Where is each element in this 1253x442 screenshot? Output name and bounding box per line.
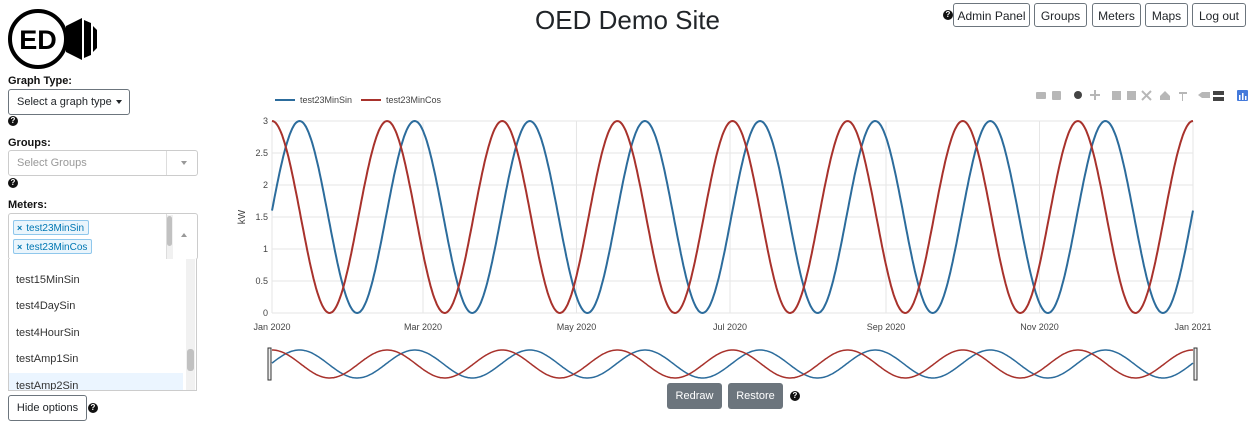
nav-logout-button[interactable]: Log out [1192, 3, 1246, 27]
y-tick-label: 2.5 [255, 148, 268, 158]
legend-label[interactable]: test23MinSin [300, 95, 352, 105]
meter-tag-label: test23MinCos [26, 242, 88, 253]
meter-option[interactable]: test4DaySin [9, 293, 183, 319]
x-tick-label: Jul 2020 [713, 322, 747, 332]
y-tick-label: 0 [263, 308, 268, 318]
meters-options-menu: test15MinSin test4DaySin test4HourSin te… [8, 259, 197, 391]
meter-option[interactable]: test4HourSin [9, 320, 183, 346]
remove-tag-icon[interactable]: × [17, 223, 22, 233]
meters-select[interactable]: × test23MinSin × test23MinCos [8, 213, 198, 260]
meters-dropdown-toggle[interactable] [166, 214, 197, 259]
y-tick-label: 2 [263, 180, 268, 190]
meter-option[interactable]: testAmp2Sin [9, 373, 183, 390]
meter-option[interactable]: testAmp1Sin [9, 346, 183, 372]
chevron-up-icon [181, 233, 187, 237]
help-icon[interactable]: ? [88, 403, 98, 413]
help-icon[interactable]: ? [8, 178, 18, 188]
caret-down-icon [115, 100, 122, 105]
meters-label: Meters: [8, 199, 48, 211]
range-slider-left-handle[interactable] [267, 347, 272, 381]
help-icon[interactable]: ? [8, 116, 18, 126]
line-chart[interactable]: 0 0.5 1 1.5 2 2.5 3 Jan 2020 Mar 2020 May 2020 Jul… [230, 86, 1240, 386]
y-tick-label: 3 [263, 116, 268, 126]
graph-type-select-text: Select a graph type [17, 96, 112, 108]
chart-area[interactable]: 0 0.5 1 1.5 2 2.5 3 Jan 2020 Mar 2020 May 2020 Jul… [230, 86, 1240, 386]
x-tick-label: Sep 2020 [867, 322, 906, 332]
remove-tag-icon[interactable]: × [17, 242, 22, 252]
menu-scrollbar[interactable] [186, 259, 195, 390]
x-tick-label: Jan 2020 [253, 322, 290, 332]
graph-type-select[interactable]: Select a graph type [8, 89, 130, 115]
graph-type-label: Graph Type: [8, 75, 72, 87]
groups-dropdown-toggle[interactable] [166, 151, 197, 175]
meter-tag-sin: × test23MinSin [13, 220, 90, 235]
meter-tag-cos: × test23MinCos [13, 239, 93, 254]
meter-option[interactable]: test15MinSin [9, 267, 183, 293]
nav-admin-panel-button[interactable]: Admin Panel [953, 3, 1030, 27]
groups-label: Groups: [8, 137, 51, 149]
chevron-down-icon [181, 161, 187, 165]
x-tick-label: Jan 2021 [1174, 322, 1211, 332]
nav-groups-button[interactable]: Groups [1034, 3, 1087, 27]
y-tick-label: 0.5 [255, 276, 268, 286]
legend-label[interactable]: test23MinCos [386, 95, 442, 105]
x-tick-label: Nov 2020 [1020, 322, 1059, 332]
restore-button[interactable]: Restore [728, 383, 783, 409]
y-tick-label: 1 [263, 244, 268, 254]
groups-select[interactable]: Select Groups [8, 150, 198, 176]
logo-text: ED [19, 25, 57, 55]
x-tick-label: Mar 2020 [404, 322, 442, 332]
y-axis-label: kW [237, 209, 248, 224]
help-icon[interactable]: ? [790, 391, 800, 401]
page-title: OED Demo Site [535, 5, 720, 35]
help-icon[interactable]: ? [943, 10, 953, 20]
meter-tag-label: test23MinSin [26, 223, 85, 234]
redraw-button[interactable]: Redraw [667, 383, 722, 409]
range-slider-right-handle[interactable] [1193, 347, 1198, 381]
y-tick-label: 1.5 [255, 212, 268, 222]
hide-options-button[interactable]: Hide options [8, 395, 87, 421]
x-tick-label: May 2020 [557, 322, 597, 332]
nav-meters-button[interactable]: Meters [1092, 3, 1141, 27]
oed-logo: ED [7, 8, 99, 70]
nav-maps-button[interactable]: Maps [1145, 3, 1188, 27]
groups-placeholder: Select Groups [17, 157, 87, 169]
scrollbar-thumb[interactable] [187, 349, 194, 371]
